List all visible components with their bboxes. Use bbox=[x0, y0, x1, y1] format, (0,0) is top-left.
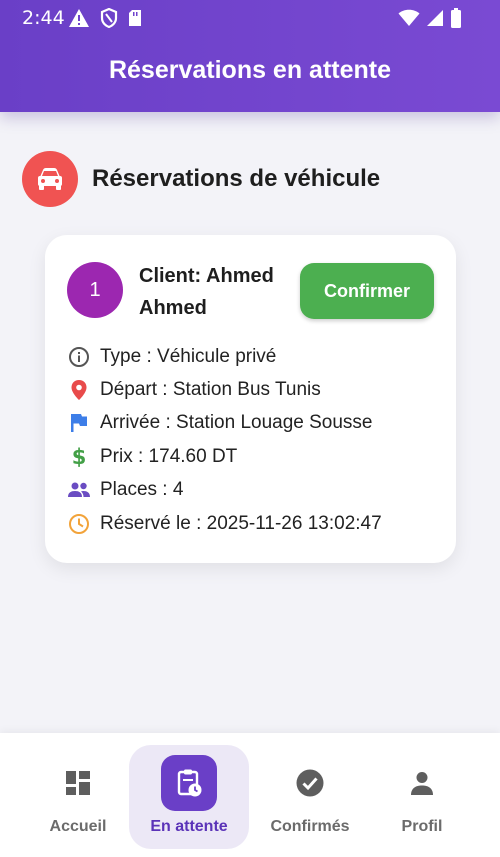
reservation-number-badge: 1 bbox=[67, 262, 123, 318]
signal-icon bbox=[426, 9, 444, 32]
nav-item-confirmes[interactable]: Confirmés bbox=[250, 733, 370, 857]
detail-departure-text: Départ : Station Bus Tunis bbox=[100, 379, 321, 400]
section-title: Réservations de véhicule bbox=[92, 165, 381, 192]
nav-item-en-attente[interactable]: En attente bbox=[129, 733, 249, 857]
page-title: Réservations en attente bbox=[108, 56, 392, 84]
nav-label-confirmes: Confirmés bbox=[270, 818, 350, 835]
nav-label-profil: Profil bbox=[401, 818, 443, 835]
warning-icon bbox=[68, 8, 90, 33]
client-name-line2: Ahmed bbox=[139, 297, 207, 319]
nav-item-profil[interactable]: Profil bbox=[362, 733, 482, 857]
person-icon bbox=[394, 755, 450, 811]
confirm-button[interactable]: Confirmer bbox=[300, 263, 434, 319]
battery-icon bbox=[450, 8, 462, 33]
clock-icon bbox=[67, 512, 91, 536]
reservation-card: 1 Client: Ahmed Ahmed Confirmer Type : V… bbox=[45, 235, 456, 563]
section-header: Réservations de véhicule bbox=[22, 151, 380, 207]
app-bar: 2:44 Réservations en attente bbox=[0, 0, 500, 112]
sd-card-icon bbox=[128, 9, 142, 32]
nav-label-accueil: Accueil bbox=[49, 818, 107, 835]
detail-arrival-text: Arrivée : Station Louage Sousse bbox=[100, 412, 373, 433]
dollar-icon: $ bbox=[67, 445, 91, 469]
check-circle-icon bbox=[282, 755, 338, 811]
detail-price-text: Prix : 174.60 DT bbox=[100, 446, 238, 467]
status-time: 2:44 bbox=[22, 7, 65, 29]
detail-departure: Départ : Station Bus Tunis bbox=[67, 378, 321, 402]
nav-label-en-attente: En attente bbox=[150, 818, 228, 835]
people-icon bbox=[67, 478, 91, 502]
detail-arrival: Arrivée : Station Louage Sousse bbox=[67, 411, 373, 435]
svg-text:$: $ bbox=[72, 445, 87, 469]
detail-type-text: Type : Véhicule privé bbox=[100, 346, 277, 367]
detail-seats-text: Places : 4 bbox=[100, 479, 184, 500]
detail-price: $ Prix : 174.60 DT bbox=[67, 445, 238, 469]
shield-icon bbox=[100, 7, 118, 33]
client-name-line1: Client: Ahmed bbox=[139, 265, 274, 287]
car-icon bbox=[22, 151, 78, 207]
wifi-icon bbox=[398, 9, 420, 32]
status-bar: 2:44 bbox=[0, 0, 500, 34]
flag-icon bbox=[67, 411, 91, 435]
detail-seats: Places : 4 bbox=[67, 478, 183, 502]
info-icon bbox=[67, 345, 91, 369]
pending-clipboard-icon bbox=[161, 755, 217, 811]
nav-item-accueil[interactable]: Accueil bbox=[18, 733, 138, 857]
location-pin-icon bbox=[67, 378, 91, 402]
client-name: Client: Ahmed Ahmed bbox=[139, 260, 299, 324]
detail-reserved-at-text: Réservé le : 2025-11-26 13:02:47 bbox=[100, 513, 382, 534]
detail-type: Type : Véhicule privé bbox=[67, 345, 276, 369]
detail-reserved-at: Réservé le : 2025-11-26 13:02:47 bbox=[67, 512, 382, 536]
bottom-navigation: Accueil En attente Confirmés Profil bbox=[0, 733, 500, 857]
dashboard-icon bbox=[50, 755, 106, 811]
